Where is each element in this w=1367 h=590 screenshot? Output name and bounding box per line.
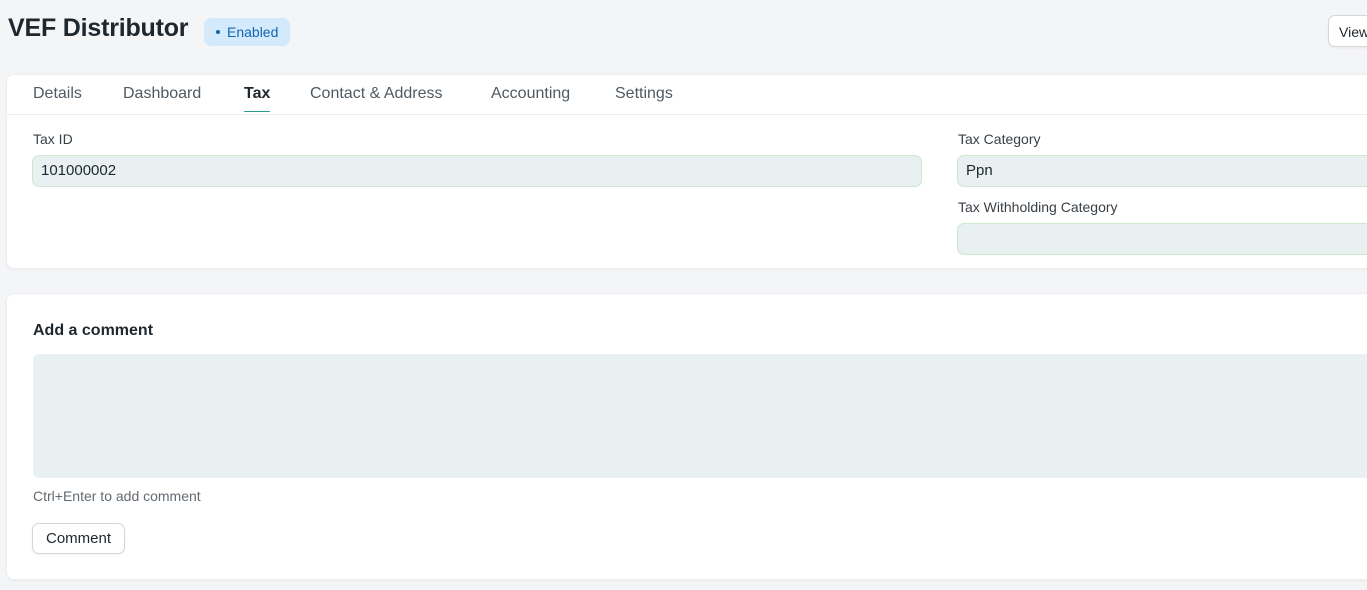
active-tab-indicator [244,111,271,112]
comment-section-title: Add a comment [33,322,154,339]
comment-card: Add a comment Ctrl+Enter to add comment … [6,293,1367,580]
tax-id-input[interactable]: 101000002 [32,155,922,187]
tax-withholding-category-input[interactable] [957,223,1367,255]
status-badge-label: Enabled [227,24,279,40]
page-title: VEF Distributor [8,14,189,42]
tab-contact-address[interactable]: Contact & Address [310,85,443,103]
status-badge: Enabled [204,18,291,46]
tax-category-input[interactable]: Ppn [957,155,1367,187]
comment-hint: Ctrl+Enter to add comment [33,488,201,504]
tab-dashboard[interactable]: Dashboard [123,85,201,103]
tax-id-label: Tax ID [33,131,73,147]
tab-accounting[interactable]: Accounting [491,85,570,103]
comment-button[interactable]: Comment [32,523,126,554]
form-card: Details Dashboard Tax Contact & Address … [6,74,1367,269]
tax-category-label: Tax Category [958,131,1041,147]
tab-bar: Details Dashboard Tax Contact & Address … [7,75,1367,115]
tab-details[interactable]: Details [33,85,82,103]
tab-tax[interactable]: Tax [244,85,271,112]
status-dot-icon [216,30,220,34]
comment-textarea[interactable] [33,354,1367,478]
tax-withholding-category-label: Tax Withholding Category [958,199,1118,215]
tab-tax-label: Tax [244,85,271,102]
tab-settings[interactable]: Settings [615,85,673,103]
view-button[interactable]: View [1328,15,1367,47]
